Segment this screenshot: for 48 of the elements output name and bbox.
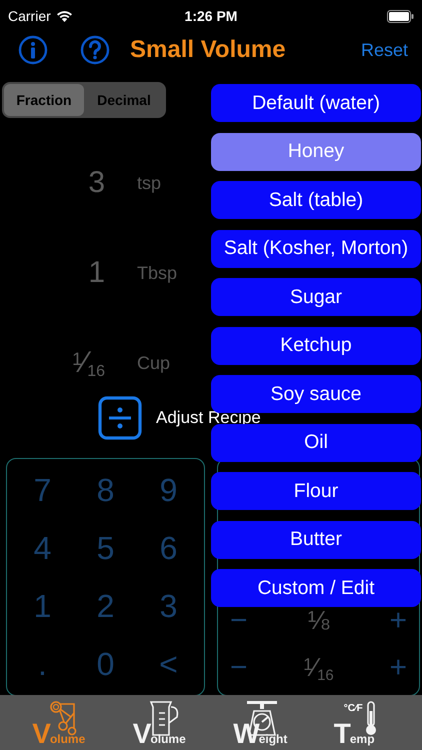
- ingredient-option[interactable]: Salt (table): [211, 181, 421, 219]
- keypad-key[interactable]: 5: [74, 519, 137, 577]
- keypad-key[interactable]: <: [137, 635, 200, 693]
- unit-label: Tbsp: [137, 262, 178, 284]
- tab-button[interactable]: Volume: [128, 696, 193, 748]
- ingredient-option[interactable]: Custom / Edit: [211, 569, 421, 607]
- info-icon[interactable]: [18, 35, 48, 65]
- decrease-button[interactable]: −: [230, 650, 248, 684]
- keypad-key[interactable]: 0: [74, 635, 137, 693]
- ingredient-option[interactable]: Sugar: [211, 278, 421, 316]
- format-tab[interactable]: Fraction: [4, 84, 84, 116]
- wifi-icon: [56, 10, 73, 22]
- keypad-key[interactable]: 6: [137, 519, 200, 577]
- tab-button[interactable]: Volume: [28, 696, 92, 748]
- unit-label: tsp: [137, 172, 162, 194]
- keypad-key[interactable]: 7: [11, 461, 74, 519]
- thermometer-icon: [366, 700, 376, 736]
- divide-icon[interactable]: [98, 396, 142, 440]
- fraction-value: $^{1}$⁄$_{16}$: [303, 652, 334, 684]
- ingredient-option[interactable]: Butter: [211, 520, 421, 558]
- reset-button[interactable]: Reset: [356, 36, 412, 64]
- ingredient-option[interactable]: Ketchup: [211, 326, 421, 364]
- keypad-key[interactable]: 1: [11, 577, 74, 635]
- ingredient-option[interactable]: Flour: [211, 472, 421, 510]
- keypad-key[interactable]: 8: [74, 461, 137, 519]
- carrier-label: Carrier: [8, 8, 51, 24]
- format-tab[interactable]: Decimal: [84, 84, 164, 116]
- keypad-key[interactable]: 9: [137, 461, 200, 519]
- increase-button[interactable]: +: [389, 650, 407, 684]
- ingredient-option[interactable]: Oil: [211, 424, 421, 462]
- amount-value[interactable]: $^{1}$⁄$_{16}$: [0, 346, 105, 380]
- keypad-key[interactable]: 4: [11, 519, 74, 577]
- screen-title: Small Volume: [130, 36, 286, 64]
- keypad-key[interactable]: 3: [137, 577, 200, 635]
- amount-value[interactable]: 3: [0, 166, 105, 200]
- ingredient-option[interactable]: Honey: [211, 132, 421, 170]
- unit-label: Cup: [137, 352, 170, 374]
- help-icon[interactable]: [80, 35, 110, 65]
- ingredient-option[interactable]: Default (water): [211, 84, 421, 122]
- fraction-value: ⅛: [308, 605, 330, 636]
- ingredient-option[interactable]: Salt (Kosher, Morton): [211, 230, 421, 268]
- keypad-key[interactable]: .: [11, 635, 74, 693]
- temperature-units-label: °C⁄F: [344, 702, 363, 714]
- tab-button[interactable]: °C⁄F Temp: [330, 696, 394, 748]
- clock-time: 1:26 PM: [184, 8, 238, 24]
- keypad-key[interactable]: 2: [74, 577, 137, 635]
- amount-value[interactable]: 1: [0, 256, 105, 290]
- battery-icon: [387, 10, 414, 22]
